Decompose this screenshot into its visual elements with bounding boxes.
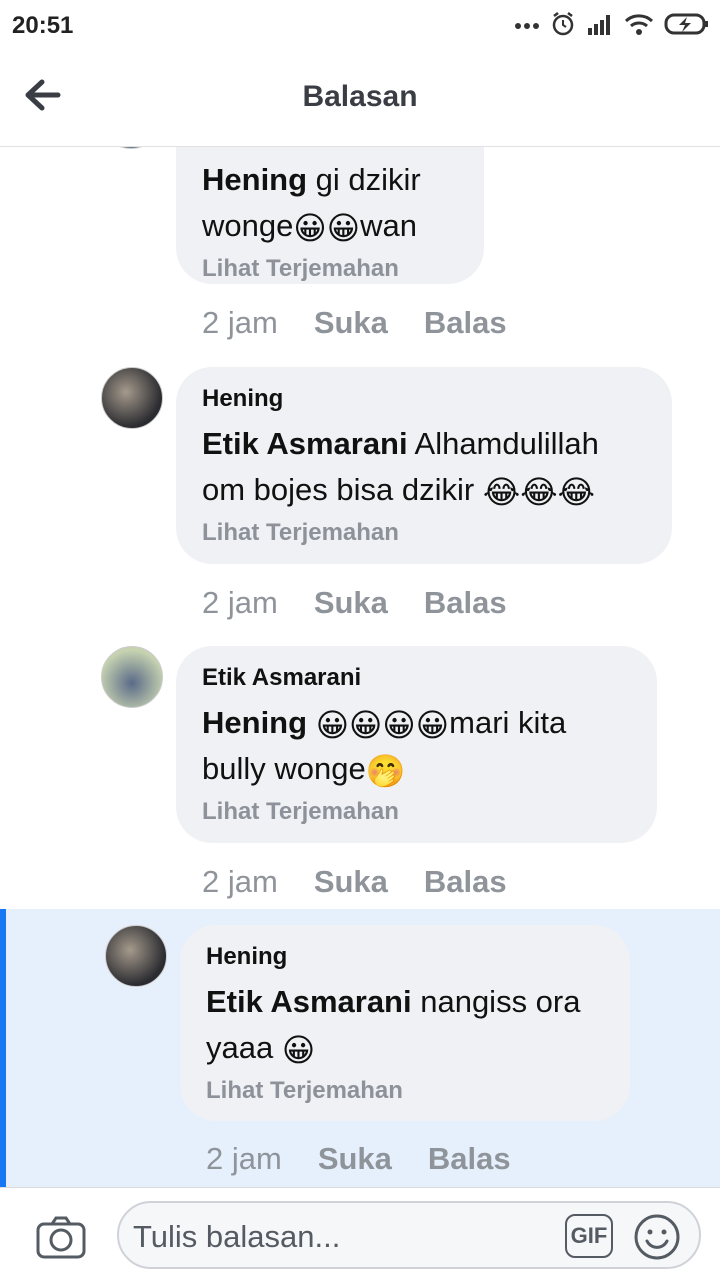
reply-item-highlighted: Hening Etik Asmarani nangiss ora yaaa 😀 … bbox=[0, 909, 720, 1187]
status-bar: 20:51 bbox=[0, 0, 720, 50]
avatar[interactable] bbox=[101, 367, 163, 429]
page-title: Balasan bbox=[302, 80, 418, 113]
timestamp: 2 jam bbox=[202, 585, 278, 620]
mention-link[interactable]: Etik Asmarani bbox=[202, 426, 408, 461]
status-icons bbox=[514, 10, 710, 42]
signal-icon bbox=[586, 13, 614, 40]
replies-feed[interactable]: Hening gi dzikir wonge😀😀wan Lihat Terjem… bbox=[0, 147, 720, 1187]
grinning-emoji: 😀 bbox=[382, 707, 416, 743]
comment-author[interactable]: Hening bbox=[202, 385, 646, 413]
laughing-tears-emoji: 😂 bbox=[520, 474, 558, 510]
gif-button[interactable]: GIF bbox=[565, 1214, 613, 1258]
reply-item: Hening gi dzikir wonge😀😀wan Lihat Terjem… bbox=[0, 147, 720, 347]
mention-link[interactable]: Hening bbox=[202, 705, 307, 740]
wifi-icon bbox=[624, 12, 654, 41]
reply-button[interactable]: Balas bbox=[424, 305, 507, 341]
comment-bubble[interactable]: Hening Etik Asmarani Alhamdulillah om bo… bbox=[176, 367, 672, 564]
comment-text: Hening 😀😀😀😀mari kita bully wonge🤭 bbox=[202, 705, 567, 789]
camera-icon bbox=[36, 1216, 86, 1259]
hand-over-mouth-emoji: 🤭 bbox=[365, 753, 406, 789]
grinning-emoji: 😀 bbox=[315, 707, 350, 743]
header: Balasan bbox=[0, 50, 720, 147]
grinning-emoji: 😀 bbox=[281, 1032, 316, 1068]
comment-author[interactable]: Etik Asmarani bbox=[202, 664, 631, 692]
reply-button[interactable]: Balas bbox=[428, 1141, 511, 1177]
avatar[interactable] bbox=[101, 646, 163, 708]
grinning-emoji: 😀 bbox=[293, 210, 327, 246]
reply-item: Hening Etik Asmarani Alhamdulillah om bo… bbox=[0, 357, 720, 627]
emoji-button[interactable] bbox=[633, 1213, 681, 1261]
mention-link[interactable]: Hening bbox=[202, 162, 307, 197]
comment-bubble[interactable]: Hening gi dzikir wonge😀😀wan Lihat Terjem… bbox=[176, 147, 484, 284]
comment-actions: 2 jam Suka Balas bbox=[202, 864, 507, 900]
grinning-emoji: 😀 bbox=[415, 707, 450, 743]
alarm-icon bbox=[550, 11, 576, 42]
status-time: 20:51 bbox=[12, 12, 74, 39]
laughing-tears-emoji: 😂 bbox=[482, 474, 521, 510]
comment-text: Etik Asmarani Alhamdulillah om bojes bis… bbox=[202, 426, 599, 510]
see-translation-link[interactable]: Lihat Terjemahan bbox=[202, 798, 631, 826]
reply-input-placeholder: Tulis balasan... bbox=[133, 1219, 341, 1254]
avatar[interactable] bbox=[100, 147, 162, 149]
more-dots-icon bbox=[514, 17, 540, 35]
smiley-icon bbox=[634, 1214, 680, 1260]
timestamp: 2 jam bbox=[206, 1141, 282, 1176]
see-translation-link[interactable]: Lihat Terjemahan bbox=[202, 519, 646, 547]
reply-button[interactable]: Balas bbox=[424, 864, 507, 900]
like-button[interactable]: Suka bbox=[314, 585, 388, 621]
comment-actions: 2 jam Suka Balas bbox=[206, 1141, 511, 1177]
mention-link[interactable]: Etik Asmarani bbox=[206, 984, 412, 1019]
comment-text: Hening gi dzikir wonge😀😀wan bbox=[202, 162, 421, 246]
timestamp: 2 jam bbox=[202, 305, 278, 340]
avatar[interactable] bbox=[105, 925, 167, 987]
camera-button[interactable] bbox=[36, 1216, 88, 1260]
reply-composer: Tulis balasan... GIF bbox=[0, 1187, 720, 1281]
reply-button[interactable]: Balas bbox=[424, 585, 507, 621]
like-button[interactable]: Suka bbox=[314, 864, 388, 900]
comment-bubble[interactable]: Hening Etik Asmarani nangiss ora yaaa 😀 … bbox=[180, 925, 630, 1121]
comment-actions: 2 jam Suka Balas bbox=[202, 585, 507, 621]
grinning-emoji: 😀 bbox=[326, 210, 361, 246]
reply-item: Etik Asmarani Hening 😀😀😀😀mari kita bully… bbox=[0, 636, 720, 906]
laughing-tears-emoji: 😂 bbox=[557, 474, 596, 510]
comment-bubble[interactable]: Etik Asmarani Hening 😀😀😀😀mari kita bully… bbox=[176, 646, 657, 843]
reply-input[interactable]: Tulis balasan... GIF bbox=[117, 1201, 701, 1269]
timestamp: 2 jam bbox=[202, 864, 278, 899]
grinning-emoji: 😀 bbox=[349, 707, 383, 743]
like-button[interactable]: Suka bbox=[314, 305, 388, 341]
comment-author[interactable]: Hening bbox=[206, 943, 604, 971]
comment-text: Etik Asmarani nangiss ora yaaa 😀 bbox=[206, 984, 581, 1068]
comment-actions: 2 jam Suka Balas bbox=[202, 305, 507, 341]
battery-charging-icon bbox=[664, 12, 710, 41]
see-translation-link[interactable]: Lihat Terjemahan bbox=[206, 1077, 604, 1105]
see-translation-link[interactable]: Lihat Terjemahan bbox=[202, 255, 458, 283]
like-button[interactable]: Suka bbox=[318, 1141, 392, 1177]
